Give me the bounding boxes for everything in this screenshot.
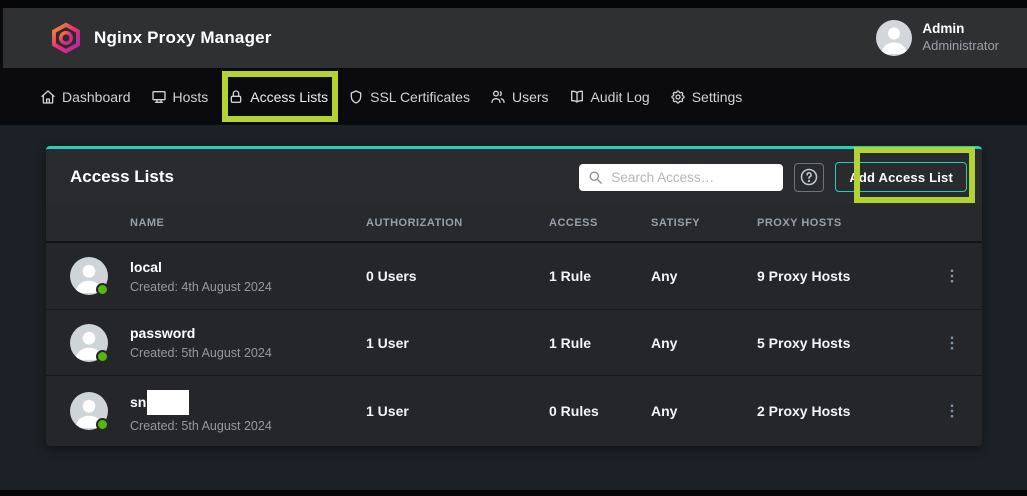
column-header-authorization: AUTHORIZATION	[366, 217, 549, 229]
nav-label: Hosts	[173, 89, 209, 105]
row-menu-button[interactable]	[922, 376, 982, 446]
access-list-name: sn	[130, 394, 146, 411]
panel-title: Access Lists	[70, 167, 174, 187]
add-access-list-button[interactable]: Add Access List	[835, 162, 967, 192]
app-header: Nginx Proxy Manager Admin Administrator	[0, 8, 1027, 68]
nav-item-hosts[interactable]: Hosts	[151, 89, 209, 105]
table-row[interactable]: sn Created: 5th August 2024 1 User 0 Rul…	[46, 375, 982, 446]
nav-item-settings[interactable]: Settings	[670, 89, 743, 105]
person-icon	[876, 20, 912, 56]
dots-vertical-icon	[941, 265, 963, 287]
nav-label: Users	[512, 89, 549, 105]
user-name: Admin	[922, 21, 999, 38]
created-date: Created: 4th August 2024	[130, 280, 272, 294]
proxy-hosts-value: 2 Proxy Hosts	[757, 403, 922, 419]
search-icon	[588, 170, 603, 185]
monitor-icon	[151, 89, 167, 105]
lock-icon	[228, 89, 244, 105]
nav-label: Audit Log	[591, 89, 650, 105]
column-header-proxy-hosts: PROXY HOSTS	[757, 217, 922, 229]
nav-item-access-lists[interactable]: Access Lists	[228, 89, 328, 105]
users-icon	[490, 89, 506, 105]
nav-item-audit-log[interactable]: Audit Log	[569, 89, 650, 105]
status-dot	[96, 283, 109, 296]
nav-label: SSL Certificates	[370, 89, 470, 105]
redaction-overlay	[147, 390, 189, 415]
dots-vertical-icon	[941, 332, 963, 354]
satisfy-value: Any	[651, 268, 757, 284]
access-value: 0 Rules	[549, 403, 651, 419]
panel-header: Access Lists Add Access List	[46, 149, 982, 205]
created-date: Created: 5th August 2024	[130, 419, 272, 433]
user-menu[interactable]: Admin Administrator	[876, 20, 999, 56]
created-date: Created: 5th August 2024	[130, 346, 272, 360]
table-row[interactable]: local Created: 4th August 2024 0 Users 1…	[46, 243, 982, 309]
access-list-name: local	[130, 259, 162, 276]
list-avatar	[70, 392, 108, 430]
proxy-hosts-value: 9 Proxy Hosts	[757, 268, 922, 284]
row-menu-button[interactable]	[922, 243, 982, 309]
help-circle-icon	[799, 167, 819, 187]
proxy-hosts-value: 5 Proxy Hosts	[757, 335, 922, 351]
authorization-value: 1 User	[366, 403, 549, 419]
column-header-name: NAME	[46, 217, 366, 229]
nginx-proxy-manager-logo-icon	[50, 21, 82, 55]
list-avatar	[70, 324, 108, 362]
user-role: Administrator	[922, 38, 999, 54]
column-header-access: ACCESS	[549, 217, 651, 229]
main-nav: Dashboard Hosts Access Lists SSL Certifi…	[0, 68, 1027, 125]
nav-item-dashboard[interactable]: Dashboard	[40, 89, 131, 105]
nav-item-ssl-certificates[interactable]: SSL Certificates	[348, 89, 470, 105]
nav-label: Settings	[692, 89, 743, 105]
list-avatar	[70, 257, 108, 295]
access-lists-panel: Access Lists Add Access List	[46, 146, 982, 446]
table-header-row: NAME AUTHORIZATION ACCESS SATISFY PROXY …	[46, 205, 982, 243]
access-value: 1 Rule	[549, 268, 651, 284]
satisfy-value: Any	[651, 403, 757, 419]
help-button[interactable]	[794, 163, 824, 192]
user-avatar	[876, 20, 912, 56]
app-title: Nginx Proxy Manager	[94, 28, 272, 48]
shield-icon	[348, 89, 364, 105]
home-icon	[40, 89, 56, 105]
satisfy-value: Any	[651, 335, 757, 351]
row-menu-button[interactable]	[922, 310, 982, 375]
status-dot	[96, 418, 109, 431]
search-input[interactable]	[579, 164, 783, 191]
column-header-satisfy: SATISFY	[651, 217, 757, 229]
app-window: Nginx Proxy Manager Admin Administrator …	[0, 0, 1027, 496]
search-box	[579, 164, 783, 191]
content-area: Access Lists Add Access List	[0, 125, 1027, 490]
access-list-name: password	[130, 325, 195, 342]
nav-label: Access Lists	[250, 89, 328, 105]
gear-icon	[670, 89, 686, 105]
nav-item-users[interactable]: Users	[490, 89, 549, 105]
authorization-value: 0 Users	[366, 268, 549, 284]
access-value: 1 Rule	[549, 335, 651, 351]
status-dot	[96, 350, 109, 363]
window-bottom-edge	[0, 490, 1027, 496]
nav-label: Dashboard	[62, 89, 131, 105]
window-top-edge	[0, 0, 1027, 8]
authorization-value: 1 User	[366, 335, 549, 351]
dots-vertical-icon	[941, 400, 963, 422]
book-icon	[569, 89, 585, 105]
table-row[interactable]: password Created: 5th August 2024 1 User…	[46, 309, 982, 375]
